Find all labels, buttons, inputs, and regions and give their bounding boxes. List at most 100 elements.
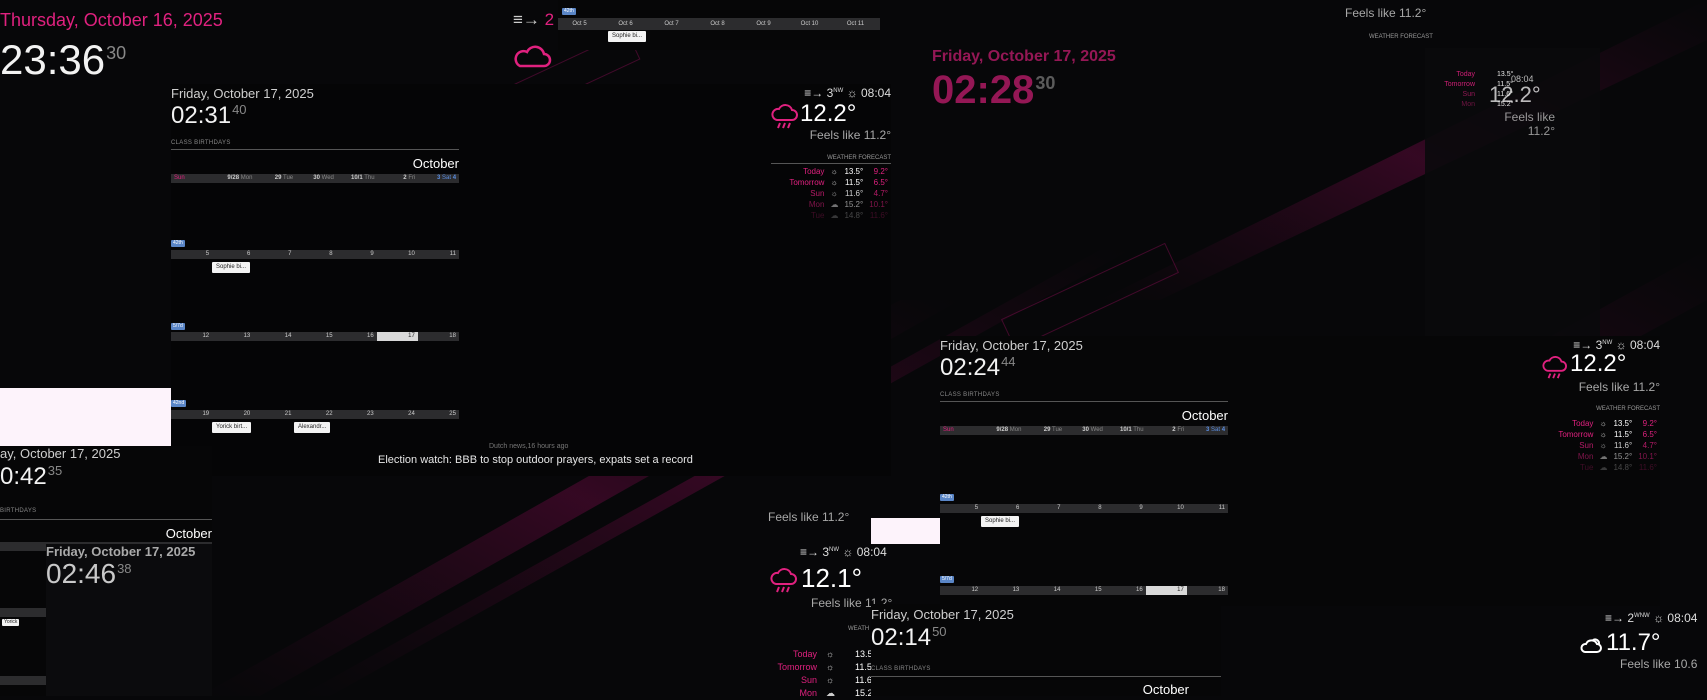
- day-header: Oct 6: [618, 21, 633, 27]
- feels-like: Feels like 11.2°: [1345, 6, 1427, 20]
- date-label: Friday, October 17, 2025: [940, 338, 1083, 353]
- day-cell[interactable]: 18: [1187, 586, 1228, 595]
- day-cell[interactable]: 23: [336, 410, 377, 419]
- forecast-row: Mon ☁ 15.2° 10.1°: [786, 199, 891, 210]
- weather-header: ≡→ 3NW ☼ 08:04: [800, 545, 887, 559]
- weather-header: ≡→ 3NW ☼ 08:04: [804, 86, 891, 100]
- day-cell[interactable]: 19: [171, 410, 212, 419]
- forecast-low: 11.6°: [869, 211, 888, 220]
- day-cell[interactable]: 7: [253, 250, 294, 259]
- day-cell[interactable]: 25: [418, 410, 459, 419]
- forecast-high: 13.5: [855, 649, 873, 659]
- date-num: 4: [452, 175, 457, 181]
- weekday: Tue: [1052, 427, 1063, 433]
- month-title: October: [1142, 682, 1189, 696]
- calendar-event[interactable]: Sophie bi...: [981, 516, 1020, 527]
- day-cell[interactable]: 9: [1105, 504, 1146, 513]
- day-cell[interactable]: 8: [1063, 504, 1104, 513]
- forecast-day: Today: [1572, 419, 1594, 428]
- day-cell-today[interactable]: 17: [376, 332, 418, 341]
- clock-time: 02:28: [932, 68, 1035, 112]
- forecast-day: Tomorrow: [777, 662, 817, 672]
- forecast-row: Tomorrow ☼ 11.5° 6.5°: [786, 177, 891, 188]
- weekday: Fri: [1177, 427, 1185, 433]
- calendar-event[interactable]: Alexandr...: [294, 422, 331, 433]
- calendar-grid: Sun 9/28 Mon 29 Tue 30 Wed 10/1 Thu 2 Fr…: [171, 174, 459, 476]
- divider: [171, 149, 459, 150]
- day-cell[interactable]: 13: [212, 332, 253, 341]
- day-cell[interactable]: 14: [1022, 586, 1063, 595]
- day-cell[interactable]: 7: [1022, 504, 1063, 513]
- feels-like: Feels like 10.6: [1620, 657, 1698, 671]
- day-cell[interactable]: 20: [212, 410, 253, 419]
- wind-icon: ≡→: [1605, 611, 1625, 625]
- forecast-day: Sun: [1462, 91, 1475, 98]
- news-headline[interactable]: Election watch: BBB to stop outdoor pray…: [378, 454, 693, 466]
- clock-seconds: 30: [106, 43, 127, 63]
- day-header: 10/1 Thu: [1106, 426, 1147, 435]
- blank-tile: [0, 388, 171, 446]
- day-cell[interactable]: 10: [377, 250, 418, 259]
- day-cell[interactable]: 12: [940, 586, 981, 595]
- wind-direction: NW: [833, 88, 844, 94]
- day-cell[interactable]: 15: [294, 332, 335, 341]
- forecast-row: Sun ☼ 11.6° 4.7°: [786, 188, 891, 199]
- feels-like: Feels like 11.2°: [1578, 380, 1660, 394]
- current-temp: 11.7°: [1606, 629, 1661, 656]
- day-cell[interactable]: 11: [418, 250, 459, 259]
- calendar-header-row: Sun 9/28 Mon 29 Tue 30 Wed 10/1 Thu 2 Fr…: [171, 174, 459, 183]
- day-header: Oct 11: [846, 21, 865, 27]
- day-cell[interactable]: 11: [1187, 504, 1228, 513]
- cloud-icon: ☁: [1599, 452, 1608, 461]
- day-cell[interactable]: 10: [1146, 504, 1187, 513]
- divider: [0, 519, 212, 520]
- day-cell-today[interactable]: 17: [1145, 586, 1187, 595]
- wind-speed: 2: [544, 10, 555, 29]
- date-label: Friday, October 17, 2025: [871, 607, 1014, 622]
- day-cell[interactable]: 5: [940, 504, 981, 513]
- day-cell[interactable]: 16: [336, 332, 377, 341]
- forecast-high: 15.2°: [844, 200, 864, 209]
- calendar-event[interactable]: Yorick birt...: [212, 422, 252, 433]
- day-cell[interactable]: 5: [171, 250, 212, 259]
- forecast-icons: ☼ ☼ ☼ ☁: [826, 648, 835, 700]
- forecast-title: WEATHER FORECAST: [1369, 34, 1433, 40]
- calendar-event[interactable]: Yorick: [2, 619, 20, 626]
- forecast-row: Tomorrow ☼ 11.5° 6.5°: [1555, 429, 1660, 440]
- day-cell[interactable]: 18: [418, 332, 459, 341]
- day-cell[interactable]: 12: [171, 332, 212, 341]
- calendar-week-row: 12 13 14 15 16 17 18: [171, 332, 459, 341]
- day-cell[interactable]: 6: [981, 504, 1022, 513]
- overlay-card: Friday, October 17, 2025 02:4638: [46, 544, 212, 696]
- day-header: 2 Fri: [378, 174, 419, 183]
- calendar-week-row: 19 20 21 22 23 24 25: [171, 410, 459, 419]
- forecast-day: Mon: [1577, 452, 1594, 461]
- day-cell[interactable]: 8: [294, 250, 335, 259]
- forecast-day: Tomorrow: [1444, 81, 1475, 88]
- wind-icon: ≡→: [800, 545, 820, 559]
- day-cell[interactable]: 14: [253, 332, 294, 341]
- section-heading: BIRTHDAYS: [0, 508, 37, 514]
- rain-icon: [770, 568, 797, 593]
- date-num: 30: [313, 175, 320, 181]
- day-cell[interactable]: 15: [1063, 586, 1104, 595]
- day-header: 3 Sat 4: [1187, 426, 1228, 435]
- forecast-low: 6.5°: [873, 178, 888, 187]
- forecast-high: 11.6°: [845, 189, 864, 198]
- day-cell[interactable]: 24: [377, 410, 418, 419]
- day-cell[interactable]: 9: [336, 250, 377, 259]
- day-cell[interactable]: 6: [212, 250, 253, 259]
- forecast-high: 13.5°: [844, 167, 864, 176]
- day-cell[interactable]: 13: [981, 586, 1022, 595]
- sun-icon: ☼: [826, 662, 835, 672]
- blank-tile: [871, 518, 940, 544]
- sunrise-time: 08:04: [1511, 74, 1534, 84]
- calendar-event[interactable]: Sophie bi...: [212, 262, 251, 273]
- forecast-low: 4.7°: [873, 189, 888, 198]
- calendar-event[interactable]: Sophie bi...: [608, 31, 647, 42]
- forecast-low: 9.2°: [1642, 419, 1657, 428]
- date-label: ay, October 17, 2025: [0, 446, 121, 461]
- day-cell[interactable]: 21: [253, 410, 294, 419]
- day-cell[interactable]: 16: [1105, 586, 1146, 595]
- day-cell[interactable]: 22: [294, 410, 335, 419]
